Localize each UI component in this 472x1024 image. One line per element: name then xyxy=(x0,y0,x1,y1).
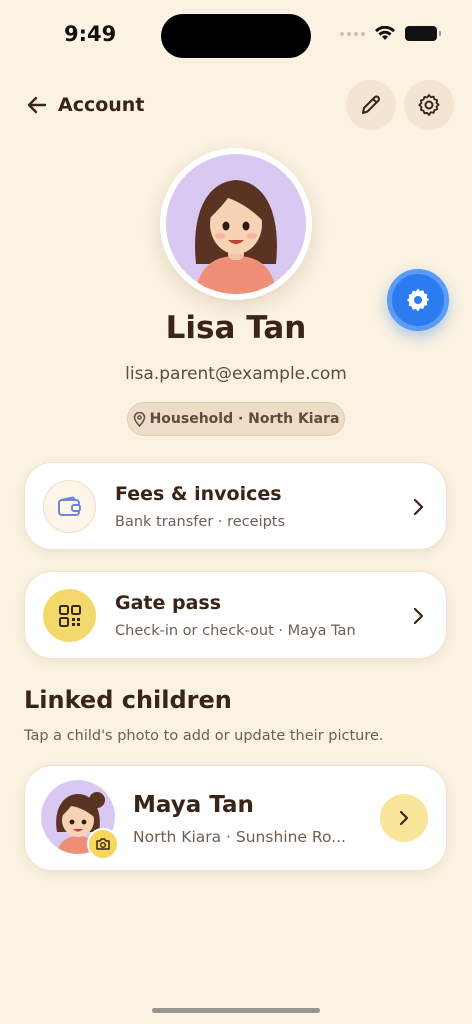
wifi-icon xyxy=(375,26,395,40)
wallet-icon xyxy=(43,480,96,533)
status-icons xyxy=(340,26,441,41)
status-time: 9:49 xyxy=(64,22,117,46)
location-pin-icon xyxy=(133,411,145,427)
camera-icon xyxy=(96,838,110,850)
profile-email: lisa.parent@example.com xyxy=(125,364,347,384)
profile-avatar[interactable] xyxy=(160,148,312,300)
edit-button[interactable] xyxy=(346,80,396,130)
settings-button[interactable] xyxy=(404,80,454,130)
chevron-right-icon xyxy=(413,607,424,625)
dynamic-island xyxy=(161,14,311,58)
back-button[interactable]: Account xyxy=(26,94,144,116)
woman-avatar-icon xyxy=(195,180,277,294)
location-label: Household · North Kiara xyxy=(149,411,340,427)
child-name: Maya Tan xyxy=(133,792,254,818)
battery-icon xyxy=(405,26,441,41)
chevron-right-icon xyxy=(413,498,424,516)
chevron-right-icon xyxy=(399,810,409,826)
profile-name: Lisa Tan xyxy=(165,310,307,346)
page-title: Account xyxy=(58,94,145,116)
open-child-button[interactable] xyxy=(380,794,428,842)
child-detail: North Kiara · Sunshine Ro... xyxy=(133,828,346,846)
gear-icon xyxy=(418,94,440,116)
card-title: Fees & invoices xyxy=(115,483,282,505)
home-indicator[interactable] xyxy=(152,1008,320,1013)
signal-icon xyxy=(340,31,365,36)
card-subtitle: Check-in or check-out · Maya Tan xyxy=(115,623,356,639)
child-card[interactable]: Maya Tan North Kiara · Sunshine Ro... xyxy=(24,765,447,871)
section-subtitle: Tap a child's photo to add or update the… xyxy=(24,728,384,744)
camera-button[interactable] xyxy=(87,828,119,860)
fees-invoices-card[interactable]: Fees & invoices Bank transfer · receipts xyxy=(24,462,447,550)
qr-code-icon xyxy=(43,589,96,642)
avatar-image xyxy=(166,154,306,294)
pencil-icon xyxy=(362,95,380,114)
gate-pass-card[interactable]: Gate pass Check-in or check-out · Maya T… xyxy=(24,571,447,659)
card-subtitle: Bank transfer · receipts xyxy=(115,514,286,530)
card-title: Gate pass xyxy=(115,592,222,614)
header: Account xyxy=(26,80,454,134)
section-title: Linked children xyxy=(24,686,232,714)
location-badge: Household · North Kiara xyxy=(127,402,345,436)
arrow-left-icon xyxy=(27,96,47,114)
